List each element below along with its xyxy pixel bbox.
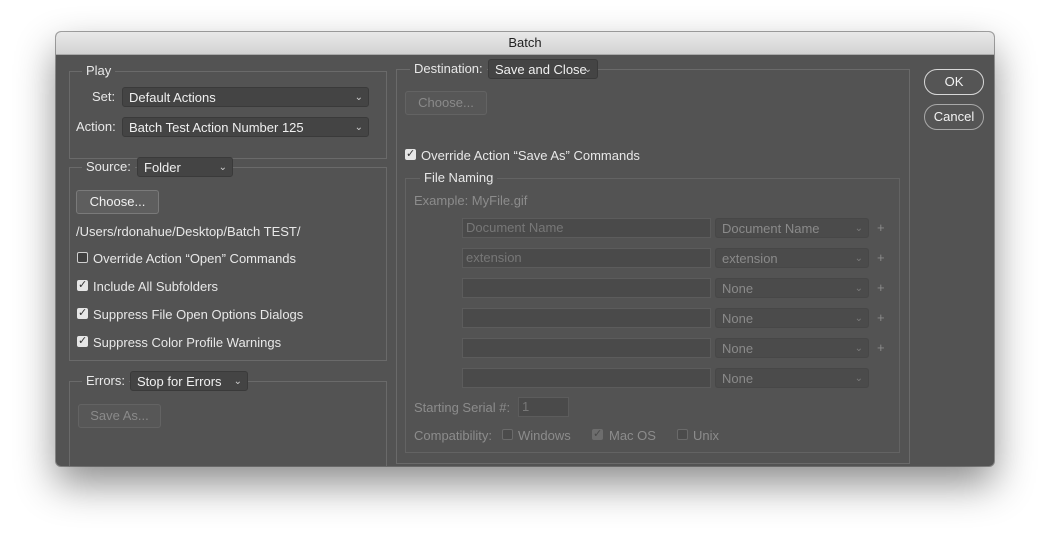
cancel-button[interactable]: Cancel: [924, 104, 984, 130]
chevron-down-icon: ⌄: [854, 283, 863, 294]
suppress-color-warnings-label: Suppress Color Profile Warnings: [93, 335, 282, 350]
naming-field-6[interactable]: [462, 368, 711, 388]
destination-label: Destination:: [410, 61, 487, 76]
plus-icon[interactable]: +: [877, 250, 885, 265]
play-group: [69, 71, 387, 159]
file-naming-legend: File Naming: [420, 170, 498, 185]
include-subfolders-checkbox[interactable]: [77, 278, 88, 291]
naming-select-5[interactable]: None ⌄: [715, 338, 869, 358]
naming-field-5[interactable]: [462, 338, 711, 358]
errors-select[interactable]: Stop for Errors ⌄: [130, 371, 248, 391]
set-select[interactable]: Default Actions ⌄: [122, 87, 369, 107]
chevron-down-icon: ⌄: [854, 223, 863, 234]
naming-select-3[interactable]: None ⌄: [715, 278, 869, 298]
override-save-as-checkbox[interactable]: [405, 147, 416, 160]
chevron-down-icon: ⌄: [583, 64, 592, 75]
destination-choose-button[interactable]: Choose...: [405, 91, 487, 115]
override-open-label: Override Action “Open” Commands: [93, 251, 297, 266]
suppress-open-dialogs-label: Suppress File Open Options Dialogs: [93, 307, 304, 322]
compat-label: Compatibility:: [414, 428, 493, 443]
naming-select-2[interactable]: extension ⌄: [715, 248, 869, 268]
window-title: Batch: [56, 32, 994, 55]
ok-button[interactable]: OK: [924, 69, 984, 95]
suppress-color-warnings-checkbox[interactable]: [77, 334, 88, 347]
compat-windows-checkbox[interactable]: [502, 429, 513, 440]
batch-dialog: Batch Play Set: Default Actions ⌄ Action…: [56, 32, 994, 466]
errors-save-as-button[interactable]: Save As...: [78, 404, 161, 428]
source-path: /Users/rdonahue/Desktop/Batch TEST/: [76, 224, 301, 239]
naming-select-6-value: None: [722, 371, 754, 386]
naming-select-5-value: None: [722, 341, 754, 356]
set-value: Default Actions: [129, 90, 216, 105]
serial-label: Starting Serial #:: [414, 400, 511, 415]
action-select[interactable]: Batch Test Action Number 125 ⌄: [122, 117, 369, 137]
errors-label: Errors:: [82, 373, 129, 388]
source-label: Source:: [82, 159, 135, 174]
naming-select-4[interactable]: None ⌄: [715, 308, 869, 328]
set-label: Set:: [92, 89, 116, 104]
override-open-checkbox[interactable]: [77, 252, 88, 263]
compat-macos-checkbox[interactable]: [592, 427, 603, 440]
chevron-down-icon: ⌄: [233, 376, 242, 387]
naming-field-4[interactable]: [462, 308, 711, 328]
chevron-down-icon: ⌄: [218, 162, 227, 173]
chevron-down-icon: ⌄: [354, 92, 363, 103]
compat-unix-label: Unix: [693, 428, 720, 443]
plus-icon[interactable]: +: [877, 280, 885, 295]
naming-select-1-value: Document Name: [722, 221, 820, 236]
naming-select-1[interactable]: Document Name ⌄: [715, 218, 869, 238]
chevron-down-icon: ⌄: [854, 373, 863, 384]
source-value: Folder: [144, 160, 181, 175]
include-subfolders-label: Include All Subfolders: [93, 279, 219, 294]
suppress-open-dialogs-checkbox[interactable]: [77, 306, 88, 319]
naming-select-2-value: extension: [722, 251, 778, 266]
serial-field[interactable]: 1: [518, 397, 569, 417]
plus-icon[interactable]: +: [877, 220, 885, 235]
source-choose-button[interactable]: Choose...: [76, 190, 159, 214]
destination-select[interactable]: Save and Close ⌄: [488, 59, 598, 79]
naming-field-3[interactable]: [462, 278, 711, 298]
chevron-down-icon: ⌄: [854, 313, 863, 324]
compat-windows-label: Windows: [518, 428, 571, 443]
plus-icon[interactable]: +: [877, 310, 885, 325]
play-legend: Play: [82, 63, 116, 78]
naming-select-6[interactable]: None ⌄: [715, 368, 869, 388]
destination-value: Save and Close: [495, 62, 587, 77]
chevron-down-icon: ⌄: [854, 253, 863, 264]
compat-macos-label: Mac OS: [609, 428, 656, 443]
action-label: Action:: [76, 119, 116, 134]
naming-field-1[interactable]: Document Name: [462, 218, 711, 238]
naming-field-2[interactable]: extension: [462, 248, 711, 268]
naming-select-4-value: None: [722, 311, 754, 326]
chevron-down-icon: ⌄: [854, 343, 863, 354]
errors-value: Stop for Errors: [137, 374, 222, 389]
source-select[interactable]: Folder ⌄: [137, 157, 233, 177]
override-save-as-label: Override Action “Save As” Commands: [421, 148, 640, 163]
action-value: Batch Test Action Number 125: [129, 120, 304, 135]
plus-icon[interactable]: +: [877, 340, 885, 355]
compat-unix-checkbox[interactable]: [677, 429, 688, 440]
naming-select-3-value: None: [722, 281, 754, 296]
chevron-down-icon: ⌄: [354, 122, 363, 133]
file-naming-example: Example: MyFile.gif: [414, 193, 528, 208]
